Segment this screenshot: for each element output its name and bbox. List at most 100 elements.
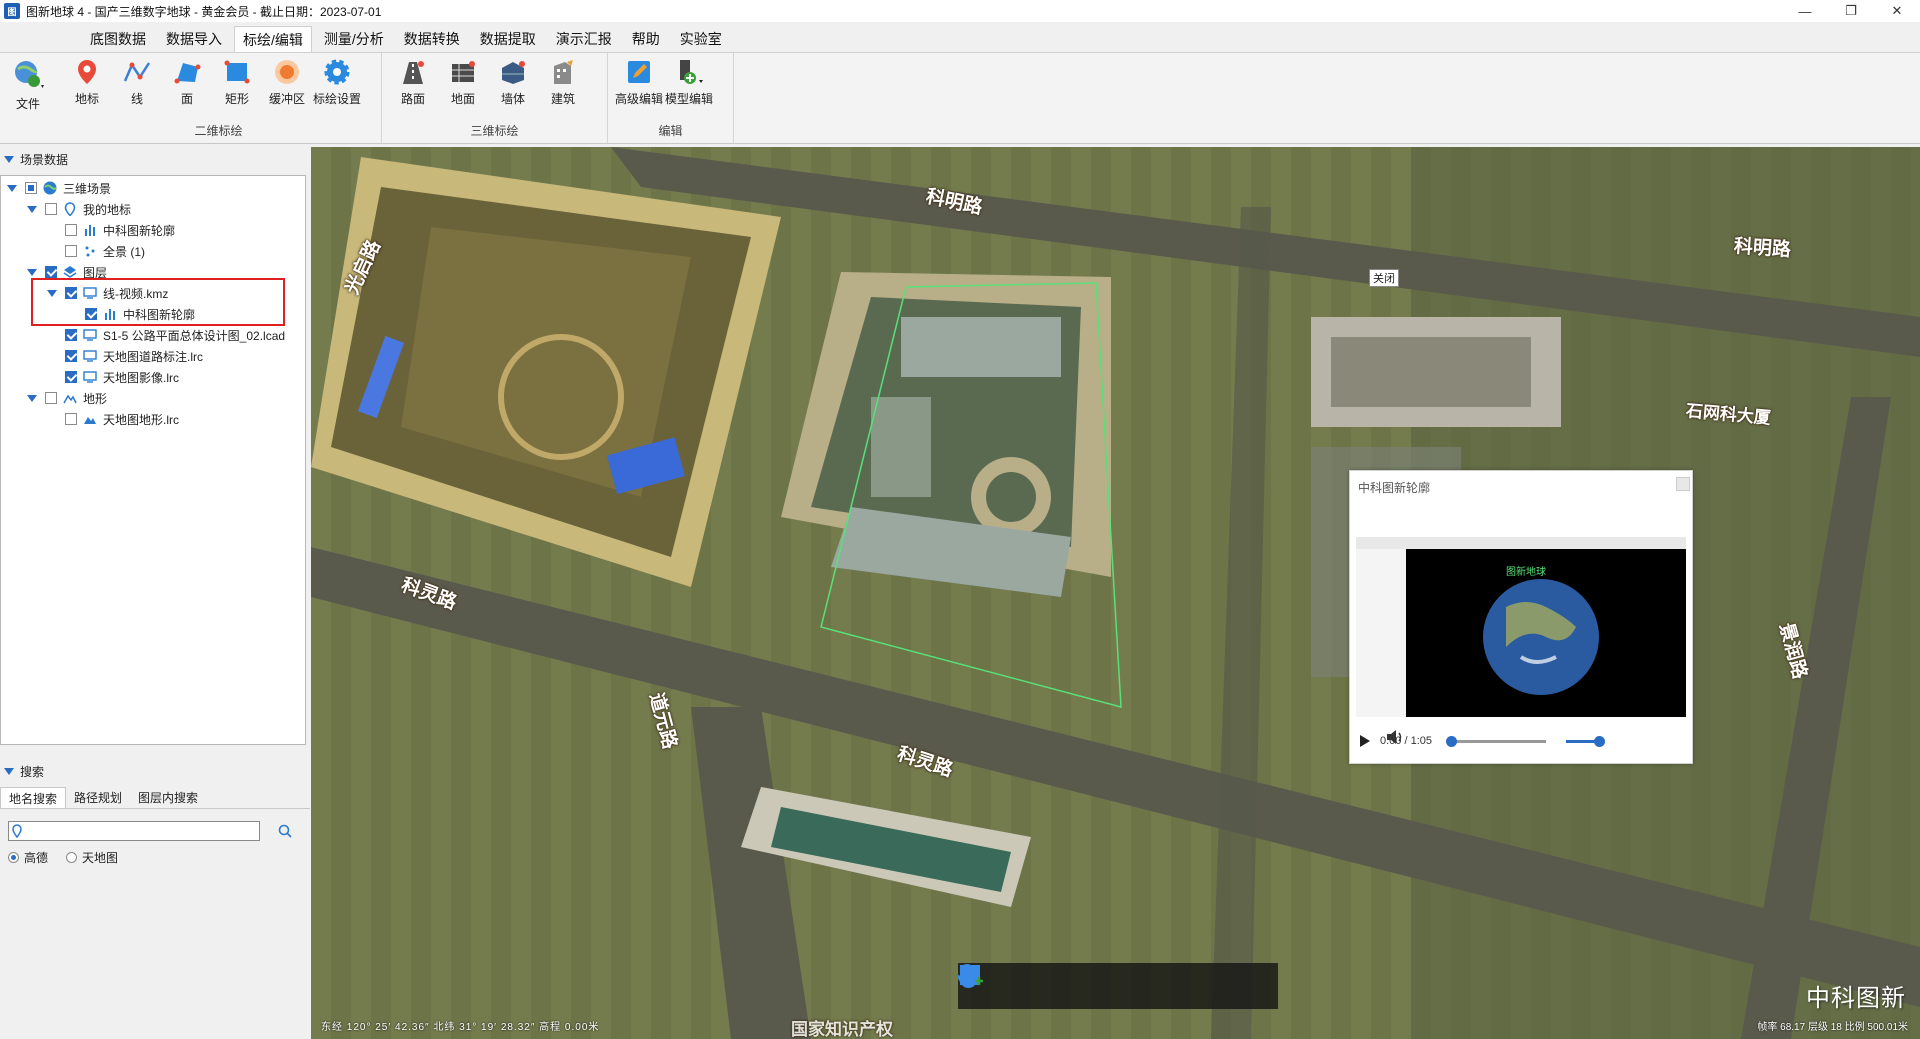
select-arrow-button[interactable] xyxy=(961,965,1063,1001)
tree-node-label: 天地图道路标注.lrc xyxy=(103,349,203,364)
menu-help[interactable]: 帮助 xyxy=(624,26,668,52)
tree-checkbox[interactable] xyxy=(65,224,77,236)
file-button[interactable]: 文件 xyxy=(6,57,50,117)
left-panel: 场景数据 三维场景 我的地标 中科图新轮廓 全景 (1) 图层 线-视频.kmz… xyxy=(0,147,310,1039)
coordinate-readout: 东经 120° 25′ 42.36″ 北纬 31° 19′ 28.32″ 高程 … xyxy=(321,1022,600,1033)
video-frame[interactable]: 图新地球 xyxy=(1356,537,1686,717)
tree-node-label: S1-5 公路平面总体设计图_02.lcad xyxy=(103,328,286,343)
tree-checkbox[interactable] xyxy=(65,350,77,362)
map-status-info: 帧率 68.17 层级 18 比例 500.01米 xyxy=(1757,1022,1908,1033)
tree-node-label: 三维场景 xyxy=(63,181,112,196)
maximize-button[interactable]: ❐ xyxy=(1828,0,1874,22)
model-edit-label: 模型编辑 xyxy=(664,92,713,106)
tree-checkbox[interactable] xyxy=(45,266,57,278)
tree-checkbox[interactable] xyxy=(65,371,77,383)
gear-icon xyxy=(324,59,350,85)
place-search-input[interactable] xyxy=(8,821,260,841)
road-surface-icon xyxy=(403,61,424,84)
building-label: 建筑 xyxy=(550,92,575,106)
radio-tianditu-label: 天地图 xyxy=(82,851,119,865)
tree-node-label: 全景 (1) xyxy=(103,244,146,259)
buffer-label: 缓冲区 xyxy=(268,92,305,106)
road-label: 科明路 xyxy=(1733,236,1792,261)
polygon-tool-button[interactable] xyxy=(960,965,1203,1001)
rectangle-label: 矩形 xyxy=(224,92,249,106)
placemark-tool-button[interactable] xyxy=(960,964,1110,1001)
title-bar: 图 图新地球 4 - 国产三维数字地球 - 黄金会员 - 截止日期：2023-0… xyxy=(0,0,1920,22)
search-panel-header[interactable]: 搜索 xyxy=(0,761,310,781)
video-caption: 图新地球 xyxy=(1506,567,1546,578)
expand-icon[interactable] xyxy=(27,205,37,213)
menu-convert[interactable]: 数据转换 xyxy=(396,26,468,52)
tree-node-road-labels[interactable]: 天地图道路标注.lrc xyxy=(65,346,203,366)
menu-import[interactable]: 数据导入 xyxy=(158,26,230,52)
tree-checkbox[interactable] xyxy=(25,182,37,194)
tree-node-terrain-lrc[interactable]: 天地图地形.lrc xyxy=(65,409,179,429)
advanced-edit-label: 高级编辑 xyxy=(614,92,663,106)
globe-icon xyxy=(43,181,57,195)
menu-basemap[interactable]: 底图数据 xyxy=(82,26,154,52)
chart-tool-button[interactable] xyxy=(960,967,1250,1001)
menu-measure[interactable]: 测量/分析 xyxy=(316,26,392,52)
tab-place-search[interactable]: 地名搜索 xyxy=(0,787,67,808)
tree-checkbox[interactable] xyxy=(65,413,77,425)
terrain-icon xyxy=(84,417,96,424)
tree-node-imagery[interactable]: 天地图影像.lrc xyxy=(65,367,179,387)
menu-lab[interactable]: 实验室 xyxy=(672,26,730,52)
polyline-icon xyxy=(123,62,151,82)
expand-icon[interactable] xyxy=(7,184,17,192)
search-source-radios: 高德 天地图 xyxy=(0,849,310,866)
app-logo-icon: 图 xyxy=(4,3,20,19)
tree-node-terrain[interactable]: 地形 xyxy=(27,388,107,408)
tab-route-planning[interactable]: 路径规划 xyxy=(66,787,130,808)
tree-node-label: 我的地标 xyxy=(83,202,132,217)
video-progress-track[interactable] xyxy=(1446,735,1546,747)
plot-settings-label: 标绘设置 xyxy=(312,92,361,106)
brand-watermark: 中科图新 xyxy=(1806,985,1906,1012)
expand-icon[interactable] xyxy=(27,394,37,402)
tree-node-label: 天地图地形.lrc xyxy=(103,412,179,427)
tree-checkbox[interactable] xyxy=(45,203,57,215)
window-title: 图新地球 4 - 国产三维数字地球 - 黄金会员 - 截止日期：2023-07-… xyxy=(26,4,382,19)
play-icon[interactable] xyxy=(1360,735,1370,747)
pan-hand-button[interactable] xyxy=(958,964,1016,1001)
terrain-icon xyxy=(63,394,77,404)
progress-knob[interactable] xyxy=(1446,735,1457,747)
placemark-label: 地标 xyxy=(74,92,99,106)
tree-node-outline[interactable]: 中科图新轮廓 xyxy=(65,220,175,240)
scene-panel-header[interactable]: 场景数据 xyxy=(0,149,310,169)
tree-node-3d-scene[interactable]: 三维场景 xyxy=(7,178,111,198)
line-tool-button[interactable] xyxy=(959,964,1156,1001)
line-label: 线 xyxy=(130,92,143,106)
search-icon[interactable] xyxy=(278,824,292,838)
minimize-button[interactable]: — xyxy=(1782,0,1828,22)
placemark-icon xyxy=(78,60,96,84)
building-icon xyxy=(554,60,573,84)
volume-slider[interactable] xyxy=(1566,735,1605,747)
popup-close-button[interactable] xyxy=(1676,477,1690,491)
tree-checkbox[interactable] xyxy=(45,392,57,404)
map-view[interactable]: 科明路 科明路 光启路 科灵路 科灵路 道元路 景润路 石网科大厦 国家知识产权… xyxy=(311,147,1920,1039)
map-close-tag[interactable]: 关闭 xyxy=(1369,269,1399,287)
location-pin-icon xyxy=(12,824,22,838)
tree-node-panorama[interactable]: 全景 (1) xyxy=(65,241,145,261)
model-edit-icon xyxy=(680,60,703,84)
menu-extract[interactable]: 数据提取 xyxy=(472,26,544,52)
tree-checkbox[interactable] xyxy=(65,329,77,341)
ground-label: 地面 xyxy=(450,92,475,106)
tree-checkbox[interactable] xyxy=(65,245,77,257)
pencil-edit-icon xyxy=(628,61,650,83)
close-button[interactable]: ✕ xyxy=(1874,0,1920,22)
tree-node-my-placemarks[interactable]: 我的地标 xyxy=(27,199,131,219)
volume-knob[interactable] xyxy=(1594,735,1605,747)
volume-icon[interactable] xyxy=(1386,729,1404,745)
collapse-icon xyxy=(4,155,14,163)
radio-tianditu[interactable] xyxy=(66,852,78,863)
menu-plot-edit[interactable]: 标绘/编辑 xyxy=(234,26,312,52)
tree-node-label: 天地图影像.lrc xyxy=(103,370,179,385)
radio-amap[interactable] xyxy=(8,852,19,863)
tree-node-lcad[interactable]: S1-5 公路平面总体设计图_02.lcad xyxy=(65,325,285,345)
expand-icon[interactable] xyxy=(27,268,37,276)
menu-presentation[interactable]: 演示汇报 xyxy=(548,26,620,52)
tab-layer-search[interactable]: 图层内搜索 xyxy=(130,787,206,808)
